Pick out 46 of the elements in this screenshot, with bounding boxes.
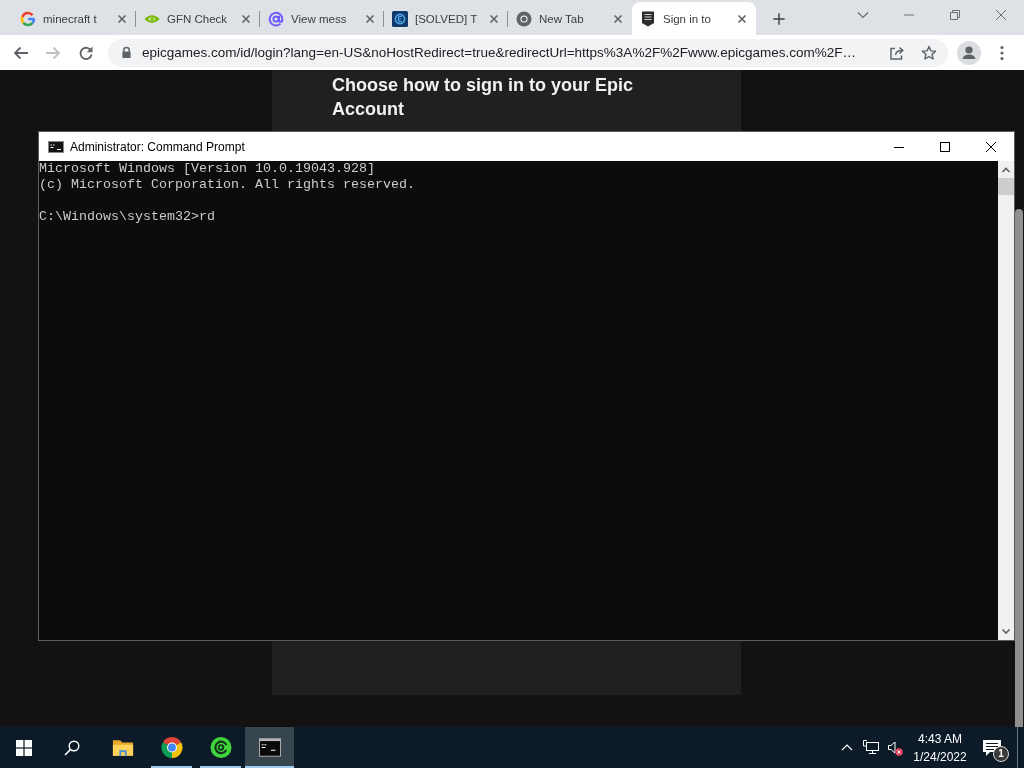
search-icon[interactable] [64,739,80,756]
share-icon[interactable] [889,44,905,61]
avatar-icon[interactable] [957,40,981,65]
browser-logo-icon [516,10,532,27]
maximize-icon[interactable] [940,141,950,152]
chevron-down-icon[interactable] [857,11,869,19]
browser-logo-icon [160,737,183,758]
windows-logo-icon[interactable] [16,739,32,756]
page-heading: Choose how to sign in to your Epic Account [332,74,634,121]
taskbar-button[interactable] [245,727,294,768]
browser-tab[interactable]: GFN Check [136,2,260,35]
scrollbar-thumb[interactable] [998,178,1014,195]
shield-logo-icon [640,10,656,27]
console-line: (c) Microsoft Corporation. All rights reserved. [39,177,415,193]
clock-time: 4:43 AM [918,730,962,748]
ring-logo-icon [209,737,232,758]
browser-tab[interactable]: New Tab [508,2,632,35]
clock-date: 1/24/2022 [913,748,967,766]
bookmark-star-icon[interactable] [921,44,937,61]
notification-badge: 1 [993,746,1009,762]
console-icon [48,140,64,153]
chevron-up-icon[interactable] [841,744,853,751]
more-menu-icon[interactable] [1000,44,1004,61]
new-tab-icon[interactable] [772,11,786,26]
back-icon[interactable] [13,44,29,61]
console-prompt[interactable]: C:\Windows\system32>rd [39,209,215,225]
console-line: Microsoft Windows [Version 10.0.19043.928] [39,161,375,177]
browser-tab[interactable]: [SOLVED] T [384,2,508,35]
square-logo-icon [392,10,408,27]
close-icon[interactable] [986,141,996,152]
scrollbar-thumb[interactable] [1015,209,1023,727]
network-icon[interactable] [863,739,879,756]
reload-icon[interactable] [78,44,94,61]
browser-tab[interactable]: View mess [260,2,384,35]
browser-tab[interactable]: Sign in to [632,2,756,35]
window-title: Administrator: Command Prompt [70,139,245,154]
browser-tab[interactable]: minecraft t [12,2,136,35]
folder-icon [111,737,134,758]
url-text: epicgames.com/id/login?lang=en-US&noHostRedirect=true&redirectUrl=https%3A%2F%2Fwww.epicgames.com%2F… [142,45,857,60]
g-logo-icon [20,10,36,27]
restore-icon[interactable] [950,10,960,20]
address-bar[interactable]: epicgames.com/id/login?lang=en-US&noHostRedirect=true&redirectUrl=https%3A%2F%2Fwww.epicgames.com%2F… [108,38,948,67]
lock-icon [121,46,132,59]
speaker-icon[interactable] [887,739,903,756]
console-icon [258,737,281,758]
at-sign-icon [268,10,284,27]
